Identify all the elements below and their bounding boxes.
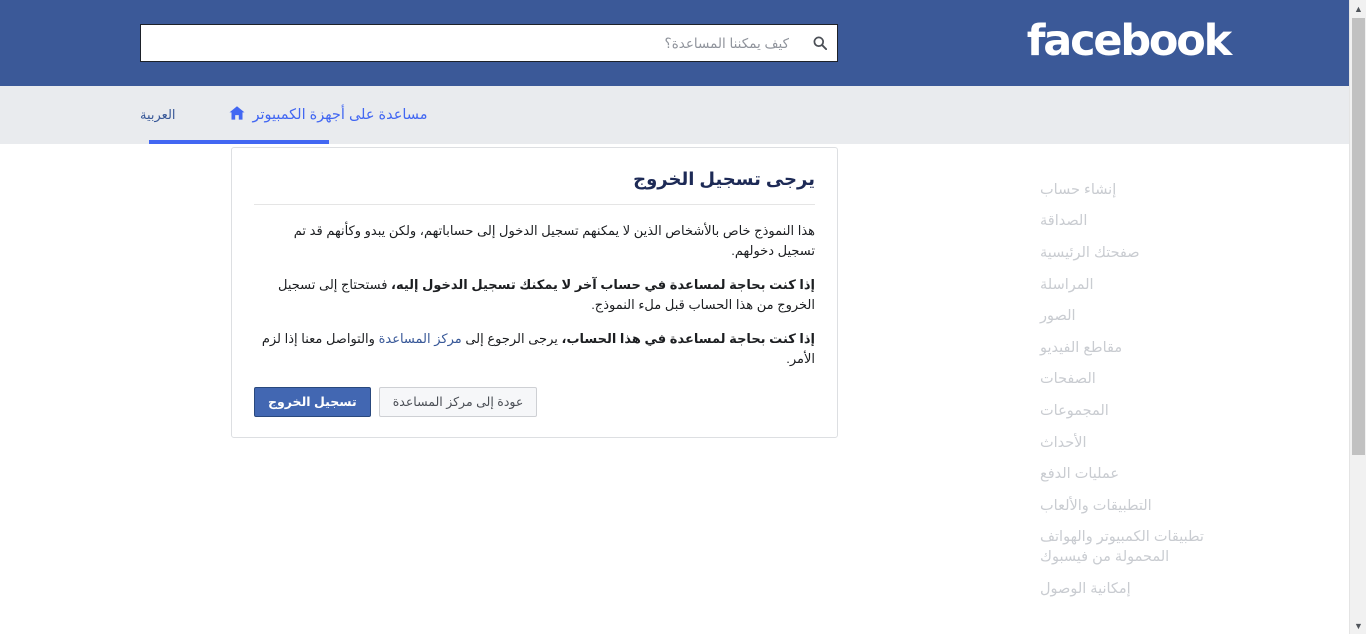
paragraph-intro: هذا النموذج خاص بالأشخاص الذين لا يمكنهم… — [254, 221, 815, 261]
tab-desktop-help-label: مساعدة على أجهزة الكمبيوتر — [252, 107, 428, 123]
paragraph-this-account-bold: إذا كنت بحاجة لمساعدة في هذا الحساب، — [561, 331, 816, 346]
paragraph-this-account: إذا كنت بحاجة لمساعدة في هذا الحساب، يرج… — [254, 329, 815, 369]
sidebar-item-videos[interactable]: مقاطع الفيديو — [1040, 332, 1240, 364]
browser-viewport: facebook مساعدة على أجهزة الكمبيوتر العر… — [0, 0, 1349, 634]
logout-required-card: يرجى تسجيل الخروج هذا النموذج خاص بالأشخ… — [231, 147, 838, 438]
sidebar-item-messaging[interactable]: المراسلة — [1040, 269, 1240, 301]
help-search-box[interactable] — [140, 24, 838, 62]
page-title: يرجى تسجيل الخروج — [633, 169, 815, 189]
home-icon — [229, 105, 246, 126]
facebook-wordmark[interactable]: facebook — [1027, 14, 1232, 68]
back-to-help-center-button[interactable]: عودة إلى مركز المساعدة — [378, 387, 538, 417]
language-selector[interactable]: العربية — [140, 86, 176, 144]
sidebar-item-events[interactable]: الأحداث — [1040, 427, 1240, 459]
sidebar-item-apps-and-games[interactable]: التطبيقات والألعاب — [1040, 490, 1240, 522]
help-center-link[interactable]: مركز المساعدة — [379, 331, 462, 346]
help-topics-sidebar: إنشاء حساب الصداقة صفحتك الرئيسية المراس… — [1040, 174, 1240, 605]
vertical-scrollbar[interactable]: ▲ ▼ — [1349, 0, 1366, 634]
sidebar-item-groups[interactable]: المجموعات — [1040, 395, 1240, 427]
page-root: facebook مساعدة على أجهزة الكمبيوتر العر… — [0, 0, 1366, 634]
sidebar-item-desktop-and-mobile-apps[interactable]: تطبيقات الكمبيوتر والهواتف المحمولة من ف… — [1040, 522, 1240, 574]
sidebar-item-friendship[interactable]: الصداقة — [1040, 206, 1240, 238]
search-icon — [803, 25, 837, 61]
card-actions: تسجيل الخروج عودة إلى مركز المساعدة — [254, 387, 815, 417]
title-divider — [254, 204, 815, 205]
paragraph-this-account-text-1: يرجى الرجوع إلى — [461, 331, 562, 346]
secondary-navbar: مساعدة على أجهزة الكمبيوتر العربية — [0, 86, 1349, 144]
sidebar-item-your-home-page[interactable]: صفحتك الرئيسية — [1040, 237, 1240, 269]
paragraph-other-account-bold: إذا كنت بحاجة لمساعدة في حساب آخر لا يمك… — [391, 277, 815, 292]
logout-button[interactable]: تسجيل الخروج — [254, 387, 371, 417]
sidebar-item-payments[interactable]: عمليات الدفع — [1040, 458, 1240, 490]
scrollbar-thumb[interactable] — [1352, 18, 1365, 455]
sidebar-item-accessibility[interactable]: إمكانية الوصول — [1040, 573, 1240, 605]
paragraph-intro-text: هذا النموذج خاص بالأشخاص الذين لا يمكنهم… — [293, 223, 815, 258]
scroll-up-arrow-icon[interactable]: ▲ — [1350, 0, 1366, 17]
sidebar-item-pages[interactable]: الصفحات — [1040, 364, 1240, 396]
sidebar-item-photos[interactable]: الصور — [1040, 300, 1240, 332]
paragraph-other-account: إذا كنت بحاجة لمساعدة في حساب آخر لا يمك… — [254, 275, 815, 315]
page-content: إنشاء حساب الصداقة صفحتك الرئيسية المراس… — [0, 144, 1349, 634]
search-input[interactable] — [141, 25, 803, 61]
site-header: facebook — [0, 0, 1349, 86]
sidebar-item-create-account[interactable]: إنشاء حساب — [1040, 174, 1240, 206]
tab-desktop-help[interactable]: مساعدة على أجهزة الكمبيوتر — [225, 86, 432, 144]
scroll-down-arrow-icon[interactable]: ▼ — [1350, 617, 1366, 634]
